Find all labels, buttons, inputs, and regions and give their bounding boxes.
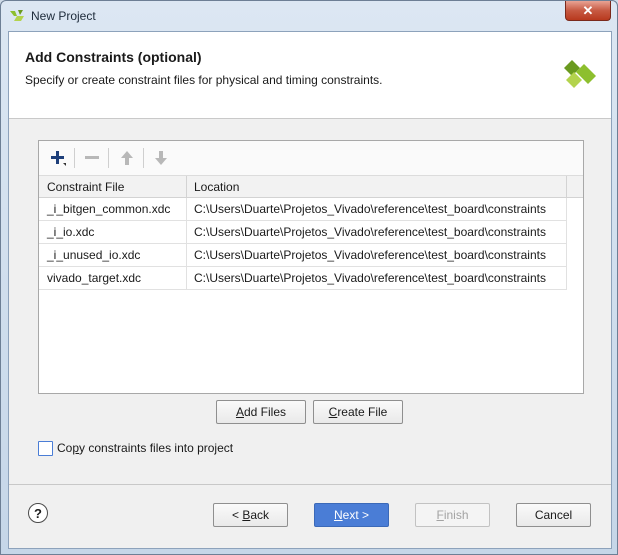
finish-label-part: inish (443, 508, 469, 522)
next-button[interactable]: Next > (314, 503, 389, 527)
add-files-mnemonic: A (235, 405, 244, 419)
constraints-toolbar (39, 141, 583, 176)
title-bar[interactable]: New Project ✕ (1, 1, 617, 31)
constraint-file-cell: _i_unused_io.xdc (47, 248, 141, 262)
column-header-constraint-file[interactable]: Constraint File (47, 180, 124, 194)
create-file-mnemonic: C (328, 405, 338, 419)
cell-divider (186, 221, 187, 243)
copy-constraints-label[interactable]: Copy constraints files into project (57, 441, 233, 455)
location-cell: C:\Users\Duarte\Projetos_Vivado\referenc… (194, 202, 546, 216)
toolbar-separator (74, 148, 75, 168)
create-file-label: reate File (337, 405, 388, 419)
window-title: New Project (31, 9, 96, 23)
finish-mnemonic: F (436, 508, 444, 522)
next-label-part: ext > (342, 508, 370, 522)
cell-divider (186, 198, 187, 220)
cell-divider (566, 244, 567, 266)
page-title: Add Constraints (optional) (25, 49, 202, 65)
add-files-button[interactable]: Add Files (216, 400, 306, 424)
location-cell: C:\Users\Duarte\Projetos_Vivado\referenc… (194, 248, 546, 262)
vivado-logo-icon (564, 60, 596, 88)
minus-icon (85, 156, 99, 159)
cancel-button[interactable]: Cancel (516, 503, 591, 527)
column-divider[interactable] (186, 176, 187, 197)
help-button[interactable]: ? (28, 503, 48, 523)
cell-divider (186, 267, 187, 289)
column-header-location[interactable]: Location (194, 180, 239, 194)
close-window-button[interactable]: ✕ (565, 1, 611, 21)
finish-button[interactable]: Finish (415, 503, 490, 527)
add-constraint-button[interactable] (47, 147, 69, 169)
constraint-file-cell: vivado_target.xdc (47, 271, 142, 285)
copy-constraints-checkbox[interactable] (38, 441, 53, 456)
wizard-body: Add Constraints (optional) Specify or cr… (8, 31, 612, 549)
page-subtitle: Specify or create constraint files for p… (25, 73, 383, 87)
copy-label-part: y constraints files into project (79, 441, 234, 455)
back-button[interactable]: < Back (213, 503, 288, 527)
table-row[interactable]: vivado_target.xdc C:\Users\Duarte\Projet… (39, 267, 567, 290)
create-file-button[interactable]: Create File (313, 400, 403, 424)
toolbar-separator (143, 148, 144, 168)
back-label-part: < (231, 508, 243, 522)
location-cell: C:\Users\Duarte\Projetos_Vivado\referenc… (194, 271, 546, 285)
column-divider[interactable] (566, 176, 567, 197)
back-label-part: ack (250, 508, 270, 522)
new-project-window: New Project ✕ Add Constraints (optional)… (0, 0, 618, 555)
table-row[interactable]: _i_unused_io.xdc C:\Users\Duarte\Projeto… (39, 244, 567, 267)
location-cell: C:\Users\Duarte\Projetos_Vivado\referenc… (194, 225, 546, 239)
wizard-header: Add Constraints (optional) Specify or cr… (9, 32, 611, 119)
remove-constraint-button[interactable] (81, 147, 103, 169)
arrow-up-icon (121, 151, 133, 165)
add-files-label: dd Files (243, 405, 287, 419)
move-up-button[interactable] (116, 147, 138, 169)
cell-divider (566, 198, 567, 220)
constraints-panel: Constraint File Location _i_bitgen_commo… (38, 140, 584, 394)
cell-divider (566, 267, 567, 289)
cell-divider (566, 221, 567, 243)
table-row[interactable]: _i_io.xdc C:\Users\Duarte\Projetos_Vivad… (39, 221, 567, 244)
copy-label-part: Co (57, 441, 73, 455)
toolbar-separator (108, 148, 109, 168)
table-row[interactable]: _i_bitgen_common.xdc C:\Users\Duarte\Pro… (39, 198, 567, 221)
back-mnemonic: B (242, 508, 251, 522)
footer-divider (9, 484, 611, 485)
move-down-button[interactable] (150, 147, 172, 169)
constraints-table: Constraint File Location _i_bitgen_commo… (39, 176, 583, 290)
plus-icon (51, 151, 66, 166)
table-header: Constraint File Location (39, 176, 583, 198)
vivado-app-icon (10, 10, 24, 21)
next-mnemonic: N (333, 508, 343, 522)
arrow-down-icon (155, 151, 167, 165)
constraint-file-cell: _i_io.xdc (47, 225, 95, 239)
constraint-file-cell: _i_bitgen_common.xdc (47, 202, 171, 216)
cell-divider (186, 244, 187, 266)
